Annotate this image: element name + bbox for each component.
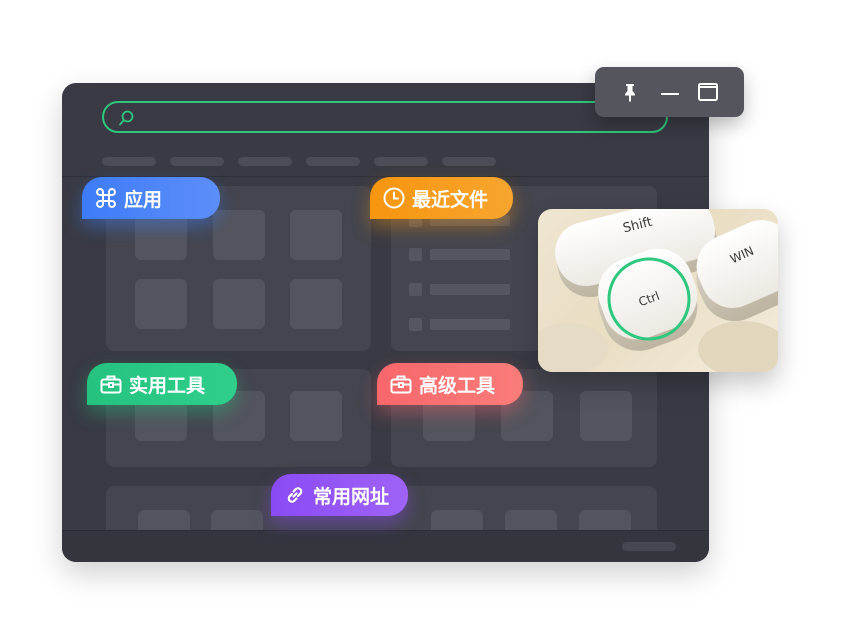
tag-label: 应用: [124, 188, 163, 211]
status-pill: [622, 542, 676, 551]
app-tile[interactable]: [213, 210, 265, 260]
toolbox-icon: [100, 375, 122, 394]
search-icon: [119, 110, 134, 126]
filter-tab-placeholder[interactable]: [170, 157, 224, 166]
app-tile[interactable]: [135, 279, 187, 329]
filter-tab-placeholder[interactable]: [102, 157, 156, 166]
tag-label: 实用工具: [129, 374, 206, 397]
filter-tab-placeholder[interactable]: [306, 157, 360, 166]
maximize-icon[interactable]: [697, 81, 719, 103]
app-tile[interactable]: [290, 279, 342, 329]
status-bar: [62, 530, 709, 562]
filter-tabs: [102, 157, 496, 166]
app-tile[interactable]: [213, 279, 265, 329]
filter-tab-placeholder[interactable]: [238, 157, 292, 166]
link-icon: [287, 487, 303, 503]
filter-tab-placeholder[interactable]: [442, 157, 496, 166]
clock-icon: [383, 187, 405, 209]
tag-utility-tools[interactable]: 实用工具: [87, 363, 237, 405]
app-tile[interactable]: [290, 210, 342, 260]
window-controls: [595, 67, 744, 117]
tag-label: 最近文件: [412, 188, 489, 211]
tag-label: 高级工具: [419, 374, 496, 397]
tag-label: 常用网址: [313, 485, 390, 508]
tag-apps[interactable]: 应用: [82, 177, 220, 219]
keyboard-photo: Shift Ctrl WIN: [538, 209, 778, 372]
tag-advanced-tools[interactable]: 高级工具: [377, 363, 523, 405]
tool-tile[interactable]: [580, 391, 632, 441]
tag-recent-files[interactable]: 最近文件: [370, 177, 513, 219]
search-input[interactable]: [102, 101, 668, 133]
tool-tile[interactable]: [290, 391, 342, 441]
filter-tab-placeholder[interactable]: [374, 157, 428, 166]
pin-icon[interactable]: [619, 81, 641, 103]
minimize-icon[interactable]: [659, 81, 681, 103]
command-icon: [96, 188, 116, 208]
toolbox-icon: [390, 375, 412, 394]
tag-common-urls[interactable]: 常用网址: [271, 474, 408, 516]
